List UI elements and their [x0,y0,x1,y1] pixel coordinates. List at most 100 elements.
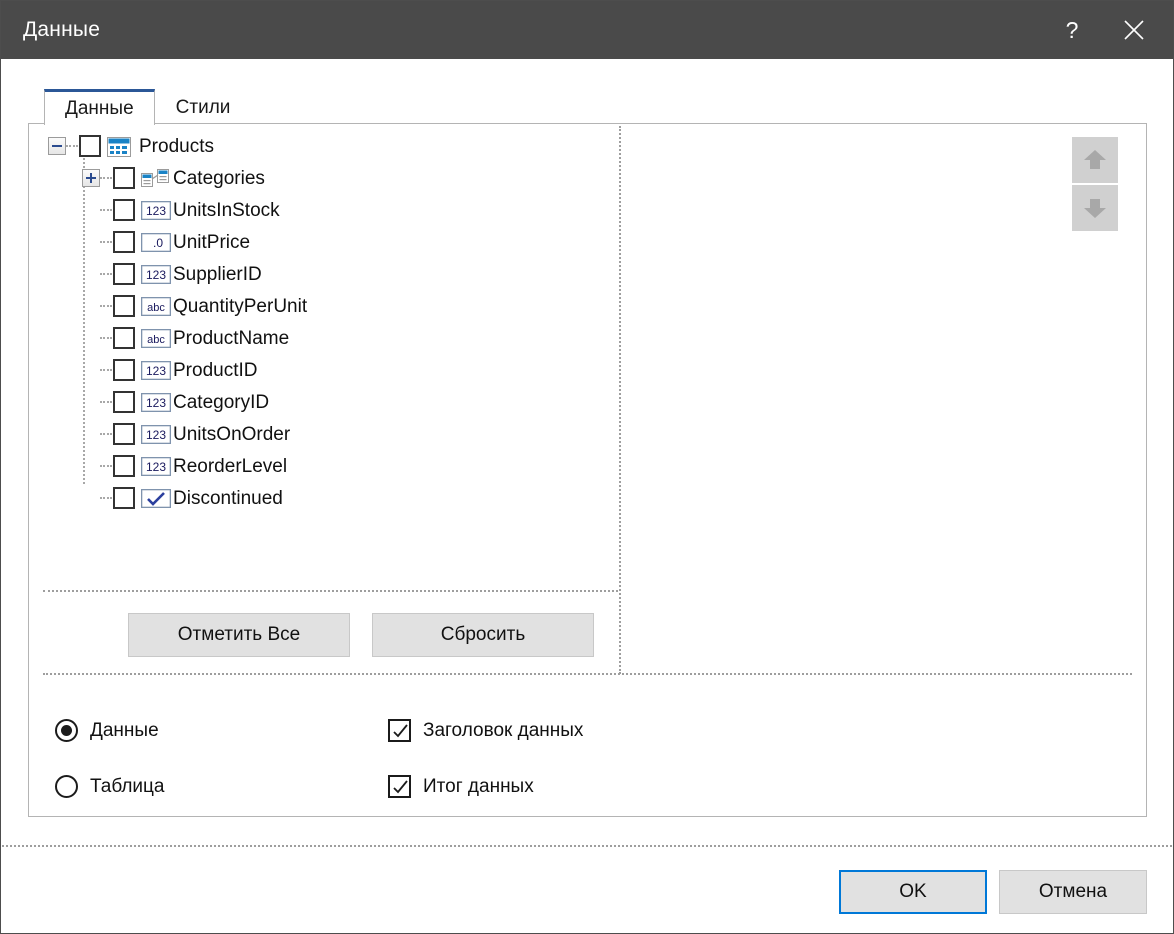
options-group: Данные Таблица Заголовок данных Итог дан… [29,677,1146,816]
tree-row-root[interactable]: Products [43,130,618,162]
reset-button[interactable]: Сбросить [372,613,594,657]
separator-vertical [619,126,621,674]
expander-collapse-icon[interactable] [48,137,66,155]
svg-text:123: 123 [146,460,166,474]
tree-row[interactable]: .0 UnitPrice [43,226,618,258]
relation-icon [141,169,169,187]
mark-all-button[interactable]: Отметить Все [128,613,350,657]
title-bar: Данные ? [1,1,1173,59]
tree-label: CategoryID [173,391,270,413]
tree-checkbox[interactable] [113,391,135,413]
tree-label: ProductID [173,359,258,381]
tree-dash-line [100,176,112,180]
separator-tree-buttons [43,590,618,592]
check-icon [393,724,408,738]
radio-table-indicator[interactable] [55,775,78,798]
expander-spacer [82,457,100,475]
tree-dash-line [100,432,112,436]
question-mark-icon: ? [1065,16,1079,43]
cancel-button[interactable]: Отмена [999,870,1147,914]
radio-data-indicator[interactable] [55,719,78,742]
tree-row[interactable]: 123 SupplierID [43,258,618,290]
svg-text:123: 123 [146,364,166,378]
radio-table-label: Таблица [90,775,165,797]
radio-data-label: Данные [90,719,159,741]
checkbox-data-total[interactable]: Итог данных [388,775,534,798]
tree-checkbox[interactable] [113,167,135,189]
expander-expand-icon[interactable] [82,169,100,187]
close-button[interactable] [1101,1,1167,59]
svg-text:123: 123 [146,396,166,410]
tree-row[interactable]: 123 ProductID [43,354,618,386]
move-up-button[interactable] [1072,137,1118,183]
svg-text:123: 123 [146,268,166,282]
svg-text:abc: abc [147,334,165,346]
tree-checkbox-root[interactable] [79,135,101,157]
tree-dash-line [100,496,112,500]
tree-dash-line [100,336,112,340]
tree-label: ProductName [173,327,290,349]
tree-row[interactable]: 123 CategoryID [43,386,618,418]
tree-dash-line [100,464,112,468]
tree-row[interactable]: abc ProductName [43,322,618,354]
tab-data-label: Данные [65,97,134,119]
tree-checkbox[interactable] [113,295,135,317]
tree-checkbox[interactable] [113,263,135,285]
tab-data[interactable]: Данные [44,89,155,125]
tree-row[interactable]: 123 UnitsOnOrder [43,418,618,450]
table-icon [107,137,131,157]
tree-row[interactable]: 123 UnitsInStock [43,194,618,226]
integer-icon: 123 [141,393,171,412]
expander-spacer [82,489,100,507]
check-icon [393,780,408,794]
tree-checkbox[interactable] [113,487,135,509]
footer-separator [2,845,1172,847]
expander-spacer [82,265,100,283]
tree-checkbox[interactable] [113,327,135,349]
help-button[interactable]: ? [1043,1,1101,59]
tree-checkbox[interactable] [113,199,135,221]
integer-icon: 123 [141,425,171,444]
radio-table[interactable]: Таблица [55,775,165,798]
tree-label-root: Products [139,135,214,157]
checkbox-data-header[interactable]: Заголовок данных [388,719,583,742]
svg-text:.0: .0 [153,236,163,250]
tree-checkbox[interactable] [113,359,135,381]
data-dialog-window: Данные ? Данные Стили Products Categorie… [0,0,1174,934]
tree-checkbox[interactable] [113,231,135,253]
move-down-button[interactable] [1072,185,1118,231]
integer-icon: 123 [141,201,171,220]
tab-styles[interactable]: Стили [155,89,252,125]
tree-checkbox[interactable] [113,423,135,445]
checkbox-data-header-indicator[interactable] [388,719,411,742]
radio-data[interactable]: Данные [55,719,159,742]
tree-row[interactable]: 123 ReorderLevel [43,450,618,482]
arrow-up-icon [1084,150,1106,169]
tab-strip: Данные Стили [44,89,251,125]
checkbox-data-header-label: Заголовок данных [423,719,584,741]
tree-label: UnitsOnOrder [173,423,291,445]
expander-spacer [82,329,100,347]
tree-row[interactable]: Discontinued [43,482,618,514]
ok-label: OK [899,881,927,902]
tree-row[interactable]: abc QuantityPerUnit [43,290,618,322]
checkbox-data-total-indicator[interactable] [388,775,411,798]
selected-fields-panel[interactable] [634,126,1145,671]
fields-tree[interactable]: Products Categories 123 UnitsInStock .0 … [43,130,618,580]
tree-checkbox[interactable] [113,455,135,477]
svg-text:123: 123 [146,204,166,218]
tree-dash-line [100,272,112,276]
separator-options [43,673,1132,675]
text-icon: abc [141,297,171,316]
ok-button[interactable]: OK [839,870,987,914]
expander-spacer [82,297,100,315]
tree-row[interactable]: Categories [43,162,618,194]
tree-dash-line [100,304,112,308]
